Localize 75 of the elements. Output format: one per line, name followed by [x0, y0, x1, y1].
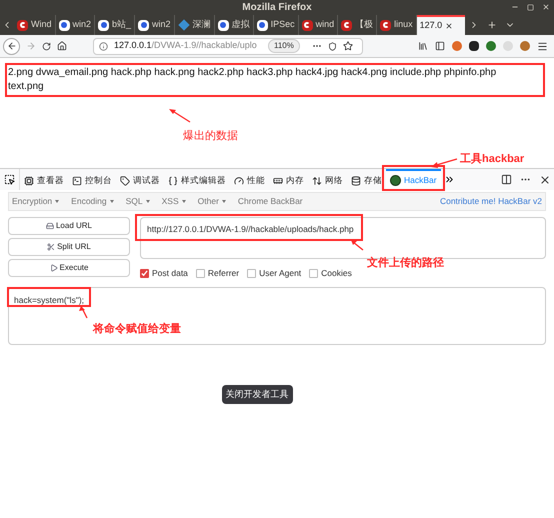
devtools-tab[interactable]: 存储 — [347, 169, 386, 190]
close-icon[interactable] — [542, 3, 550, 11]
library-icon[interactable] — [418, 41, 428, 51]
load-icon — [46, 222, 54, 230]
devtools-tab[interactable]: 样式编辑器 — [164, 169, 230, 190]
option-label: User Agent — [259, 267, 302, 280]
more-tabs-icon[interactable] — [444, 174, 455, 185]
devtools-tab[interactable]: 调试器 — [116, 169, 164, 190]
info-icon[interactable] — [99, 42, 108, 50]
annotation-text: 爆出的数据 — [183, 129, 238, 144]
devtools-tab[interactable]: 控制台 — [68, 169, 116, 190]
hackbar-menu[interactable]: XSS — [162, 195, 186, 208]
debugger-icon — [120, 176, 130, 186]
annotation-arrow — [78, 304, 90, 319]
devtools-tab[interactable]: 性能 — [230, 169, 269, 190]
c-logo-icon — [302, 20, 313, 30]
hackbar-menu[interactable]: Chrome BackBar — [238, 195, 303, 208]
execute-icon — [50, 264, 58, 272]
close-devtools-icon[interactable] — [539, 174, 551, 186]
element-picker-icon[interactable] — [4, 174, 15, 185]
option-label: Referrer — [208, 267, 240, 280]
hackbar-button[interactable]: Execute — [8, 259, 130, 277]
close-tab-icon[interactable] — [445, 22, 454, 30]
tooltip: 关闭开发者工具 — [222, 384, 292, 404]
devtools-tab[interactable]: 查看器 — [20, 169, 68, 190]
perf-icon — [234, 176, 244, 186]
c-logo-icon — [341, 20, 352, 30]
window-title: Mozilla Firefox — [242, 0, 312, 14]
dock-icon[interactable] — [501, 174, 512, 185]
option-checkbox[interactable] — [196, 268, 205, 278]
hackbar-button[interactable]: Load URL — [8, 217, 130, 235]
option-checkbox[interactable] — [309, 268, 318, 278]
maximize-icon[interactable] — [527, 4, 534, 10]
memory-icon — [273, 176, 283, 186]
c-logo-icon — [380, 20, 392, 30]
zoom-badge[interactable]: 110% — [268, 39, 300, 53]
annotation-arrow — [350, 239, 364, 251]
network-icon — [312, 176, 322, 186]
address-bar[interactable]: 127.0.0.1/DVWA-1.9//hackable/uplo 110% — [93, 38, 363, 54]
annotation-text: 工具hackbar — [460, 152, 524, 167]
tab-highlight-box — [382, 165, 445, 191]
output-text: text.png — [8, 80, 45, 94]
contribute-link[interactable]: Contribute me! HackBar v2 — [440, 195, 542, 208]
hackbar-menu[interactable]: SQL — [126, 195, 150, 208]
style-icon — [168, 176, 178, 186]
c-logo-icon — [17, 20, 28, 30]
new-tab-icon[interactable] — [486, 20, 497, 30]
output-text: 2.png dvwa_email.png hack.php hack.png hack2.php hack3.php hack4.jpg hack4.png include.php phpinfo.php — [8, 66, 498, 80]
menu-icon[interactable] — [537, 40, 548, 52]
globe-logo-icon — [390, 175, 401, 186]
back-arrow-icon — [6, 41, 16, 51]
devtools-tab[interactable]: 内存 — [269, 169, 308, 190]
bookmark-star-icon[interactable] — [342, 41, 353, 51]
annotation-arrow — [168, 108, 192, 124]
browser-tab[interactable]: 127.0 — [416, 15, 465, 35]
hackbar-button[interactable]: Split URL — [8, 238, 130, 256]
hackbar-menu[interactable]: Encryption — [12, 195, 60, 208]
reload-icon[interactable] — [42, 42, 51, 50]
cookie-icon[interactable] — [520, 41, 530, 51]
back-button[interactable] — [3, 38, 20, 54]
split-icon — [47, 243, 56, 251]
devtools-tab[interactable]: 网络 — [308, 169, 347, 190]
console-icon — [72, 176, 82, 186]
option-checkbox[interactable] — [247, 268, 256, 278]
option-label: Post data — [152, 267, 188, 280]
home-icon[interactable] — [57, 41, 67, 51]
sidebar-icon[interactable] — [435, 41, 445, 51]
option-checkbox[interactable] — [140, 268, 149, 278]
inspector-icon — [24, 176, 34, 186]
annotation-arrow — [430, 157, 458, 169]
annotation-text: 将命令赋值给变量 — [93, 322, 181, 337]
storage-icon — [351, 176, 361, 186]
hackbar-menu[interactable]: Other — [198, 195, 226, 208]
option-label: Cookies — [321, 267, 352, 280]
hackbar-menu[interactable]: Encoding — [71, 195, 114, 208]
